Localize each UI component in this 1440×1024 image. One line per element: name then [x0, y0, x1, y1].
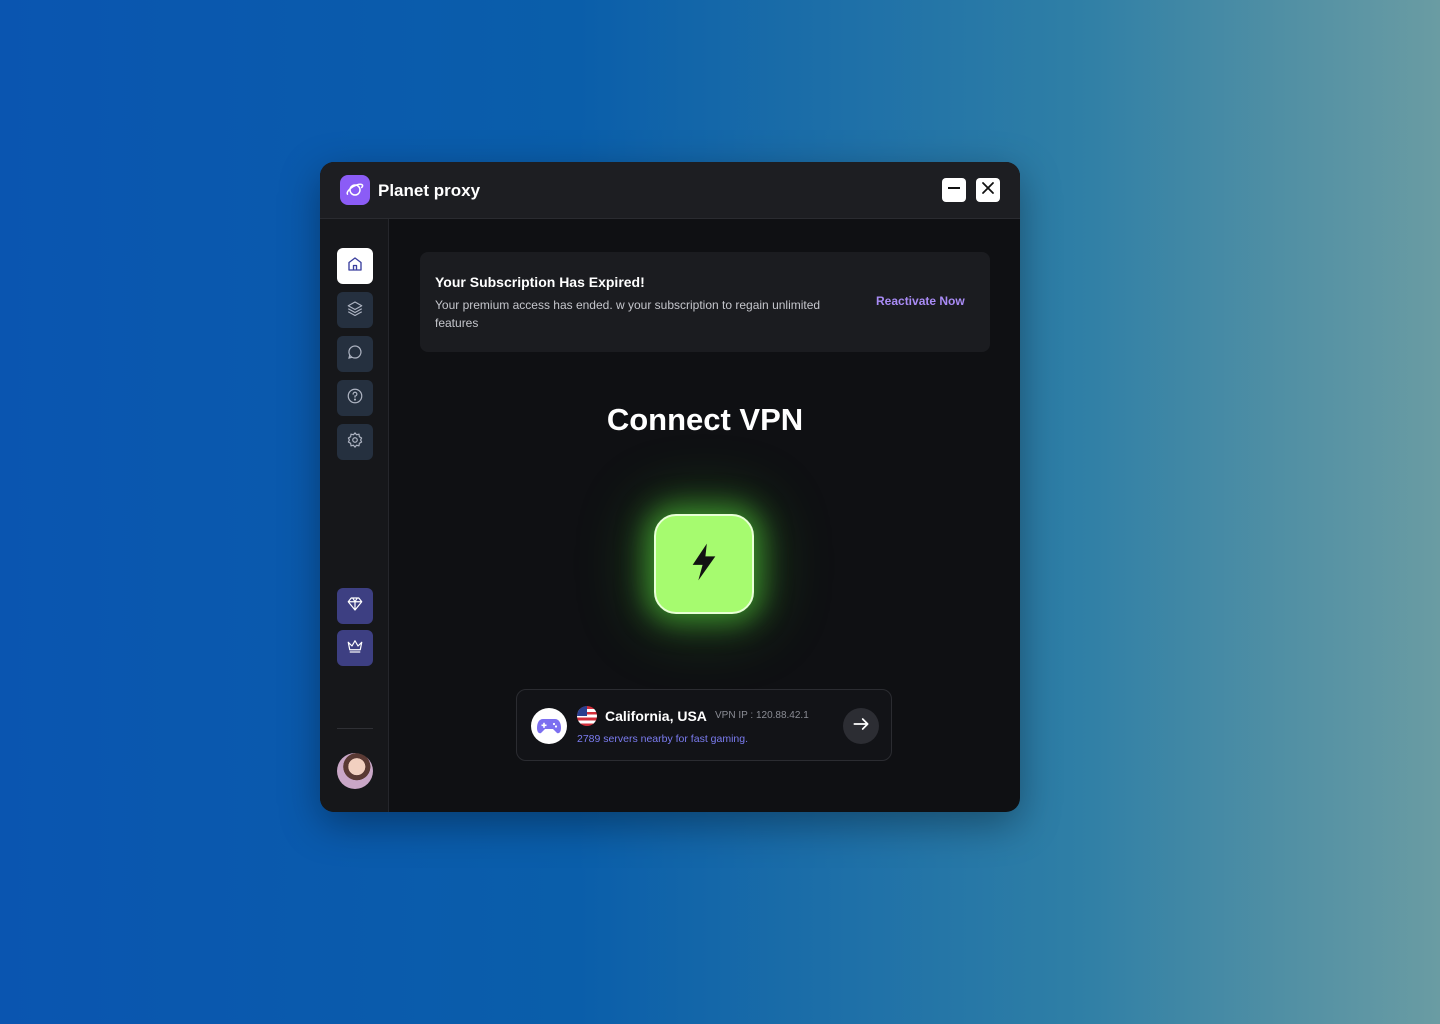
- user-avatar[interactable]: [337, 753, 373, 789]
- sidebar-item-crown[interactable]: [337, 630, 373, 666]
- title-bar: Planet proxy: [320, 162, 1020, 219]
- reactivate-now-link[interactable]: Reactivate Now: [876, 294, 965, 308]
- server-location: California, USA: [605, 708, 707, 724]
- app-window: Planet proxy Your Subscription Has Expir…: [320, 162, 1020, 812]
- diamond-icon: [346, 595, 364, 618]
- sidebar-item-help[interactable]: [337, 380, 373, 416]
- lightning-icon: [687, 542, 721, 587]
- server-description: 2789 servers nearby for fast gaming.: [577, 733, 749, 745]
- minimize-button[interactable]: [942, 178, 966, 202]
- chat-icon: [346, 343, 364, 366]
- vpn-ip: VPN IP : 120.88.42.1: [715, 710, 809, 721]
- gamepad-icon: [531, 708, 567, 744]
- subscription-banner: Your Subscription Has Expired! Your prem…: [420, 252, 990, 352]
- sidebar-divider: [337, 728, 373, 729]
- connect-button[interactable]: [654, 514, 754, 614]
- planet-logo-icon: [340, 175, 370, 205]
- crown-icon: [346, 637, 364, 660]
- layers-icon: [346, 299, 364, 322]
- close-icon: [981, 181, 995, 200]
- connect-heading: Connect VPN: [606, 402, 804, 437]
- settings-icon: [346, 431, 364, 454]
- home-icon: [346, 255, 364, 278]
- sidebar-item-settings[interactable]: [337, 424, 373, 460]
- sidebar-item-chat[interactable]: [337, 336, 373, 372]
- us-flag-icon: [577, 706, 597, 726]
- sidebar: [320, 219, 389, 812]
- server-card[interactable]: California, USA VPN IP : 120.88.42.1 278…: [516, 689, 892, 761]
- banner-title: Your Subscription Has Expired!: [435, 274, 645, 290]
- minimize-icon: [947, 181, 961, 200]
- sidebar-item-home[interactable]: [337, 248, 373, 284]
- close-button[interactable]: [976, 178, 1000, 202]
- select-server-button[interactable]: [843, 708, 879, 744]
- app-title: Planet proxy: [378, 181, 481, 200]
- sidebar-item-layers[interactable]: [337, 292, 373, 328]
- sidebar-item-diamond[interactable]: [337, 588, 373, 624]
- arrow-right-icon: [851, 714, 871, 739]
- help-icon: [346, 387, 364, 410]
- banner-text: Your premium access has ended. w your su…: [435, 298, 821, 330]
